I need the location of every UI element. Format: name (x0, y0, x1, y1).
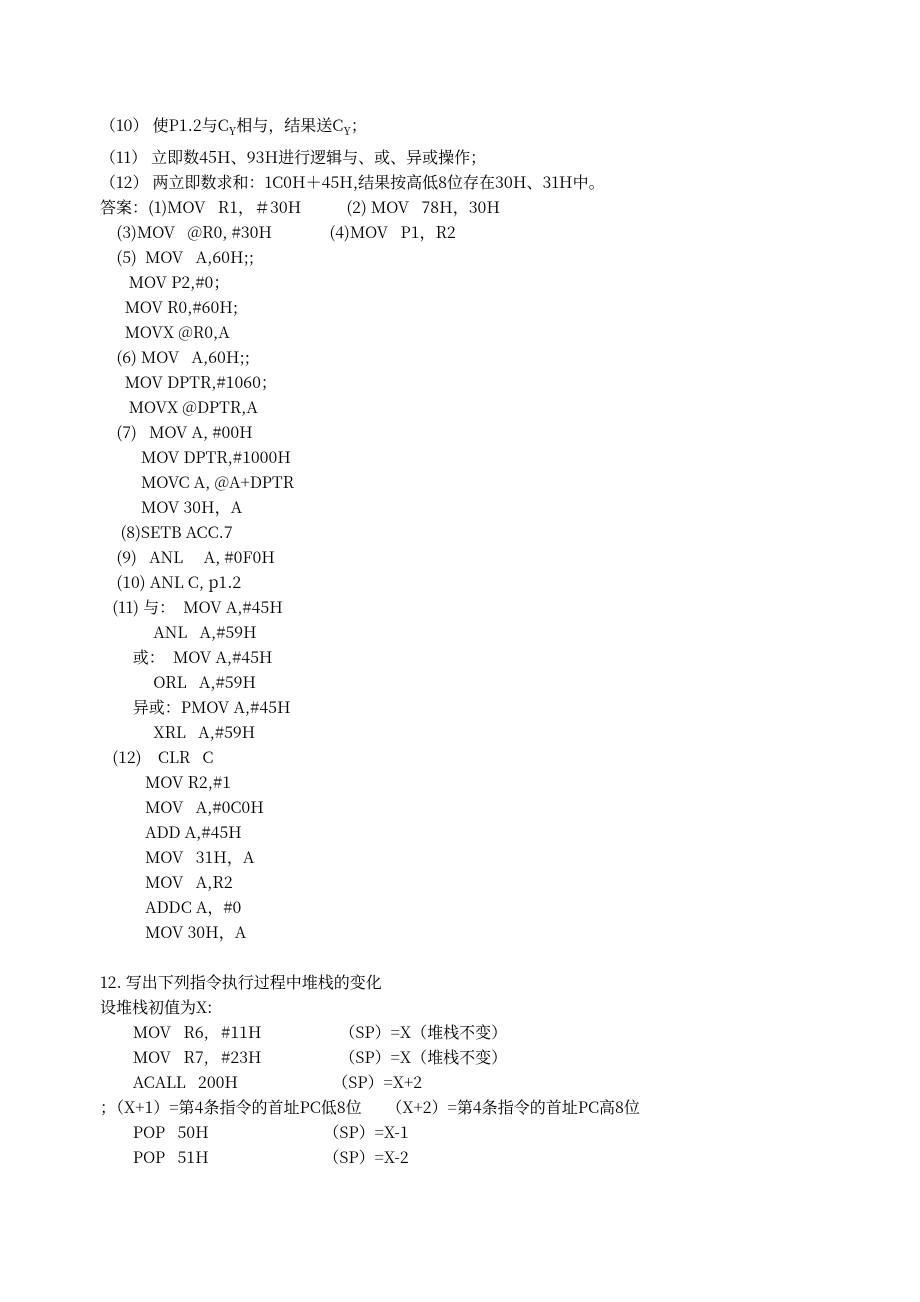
text-line: MOV R0,#60H; (100, 294, 820, 319)
text-line: ACALL 200H （SP）=X+2 (100, 1069, 820, 1094)
text-line: POP 50H （SP）=X-1 (100, 1119, 820, 1144)
text-line: MOV R2,#1 (100, 769, 820, 794)
text-line: MOV A,R2 (100, 869, 820, 894)
text-line: MOV P2,#0； (100, 269, 820, 294)
text-line: 异或：PMOV A,#45H (100, 694, 820, 719)
text-line: (11) 与： MOV A,#45H (100, 594, 820, 619)
text-line: MOV 30H，A (100, 494, 820, 519)
text-line: MOV A,#0C0H (100, 794, 820, 819)
text-line: MOVX @R0,A (100, 319, 820, 344)
text-line: (7) MOV A, #00H (100, 419, 820, 444)
text: （10） 使P1.2与C (100, 113, 229, 136)
text-line: （12） 两立即数求和：1C0H＋45H,结果按高低8位存在30H、31H中。 (100, 169, 820, 194)
text-line: MOV 30H，A (100, 919, 820, 944)
text: ； (351, 113, 367, 136)
text-line: ORL A,#59H (100, 669, 820, 694)
text-line: MOVC A, @A+DPTR (100, 469, 820, 494)
text-line: （10） 使P1.2与CY相与，结果送CY； (100, 112, 820, 144)
text-line: MOV 31H，A (100, 844, 820, 869)
text-line: (6) MOV A,60H;; (100, 344, 820, 369)
text-line: (10) ANL C, p1.2 (100, 569, 820, 594)
blank-line (100, 944, 820, 969)
text-line: (3)MOV @R0, #30H (4)MOV P1，R2 (100, 219, 820, 244)
text-line: POP 51H （SP）=X-2 (100, 1144, 820, 1169)
text-line: （11） 立即数45H、93H进行逻辑与、或、异或操作； (100, 144, 820, 169)
text-line: 12. 写出下列指令执行过程中堆栈的变化 (100, 969, 820, 994)
text: 相与，结果送C (236, 113, 343, 136)
text-line: (9) ANL A, #0F0H (100, 544, 820, 569)
text-line: (5) MOV A,60H;; (100, 244, 820, 269)
text-line: MOV DPTR,#1060； (100, 369, 820, 394)
text-line: 或： MOV A,#45H (100, 644, 820, 669)
text-line: MOV R7, #23H （SP）=X（堆栈不变） (100, 1044, 820, 1069)
subscript: Y (343, 123, 351, 139)
text-line: MOV R6, #11H （SP）=X（堆栈不变） (100, 1019, 820, 1044)
document-page: （10） 使P1.2与CY相与，结果送CY； （11） 立即数45H、93H进行… (0, 0, 920, 1302)
text-line: ADDC A，#0 (100, 894, 820, 919)
text-line: (8)SETB ACC.7 (100, 519, 820, 544)
text-line: (12) CLR C (100, 744, 820, 769)
text-line: 设堆栈初值为X: (100, 994, 820, 1019)
text-line: ；（X+1）=第4条指令的首址PC低8位 （X+2）=第4条指令的首址PC高8位 (100, 1094, 820, 1119)
text-line: ANL A,#59H (100, 619, 820, 644)
text-line: MOVX @DPTR,A (100, 394, 820, 419)
text-line: XRL A,#59H (100, 719, 820, 744)
text-line: 答案：(1)MOV R1，＃30H (2) MOV 78H，30H (100, 194, 820, 219)
text-line: MOV DPTR,#1000H (100, 444, 820, 469)
text-line: ADD A,#45H (100, 819, 820, 844)
